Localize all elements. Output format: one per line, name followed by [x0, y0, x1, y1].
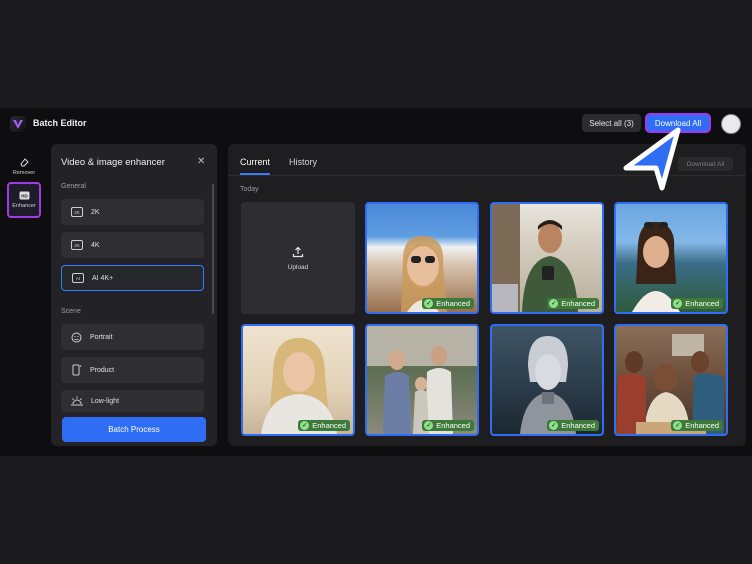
hd-icon: HD [19, 191, 29, 200]
panel-scrollbar[interactable] [212, 184, 214, 314]
check-icon: ✓ [424, 299, 434, 308]
option-2k[interactable]: 2K 2K [61, 199, 204, 225]
option-portrait[interactable]: Portrait [61, 324, 204, 350]
product-icon [72, 364, 82, 376]
option-label: 2K [91, 208, 100, 216]
enhanced-badge: ✓ Enhanced [671, 420, 723, 431]
download-all-secondary-button[interactable]: Download All [678, 157, 733, 171]
enhanced-badge: ✓ Enhanced [298, 420, 350, 431]
badge-label: Enhanced [436, 299, 470, 308]
enhancer-panel: Video & image enhancer ✕ General 2K 2K 4… [51, 144, 217, 446]
image-thumbnail[interactable]: ✓ Enhanced [490, 324, 604, 436]
sidebar-item-enhancer[interactable]: HD Enhancer [7, 182, 41, 218]
image-thumbnail[interactable]: ✓ Enhanced [365, 202, 479, 314]
panel-title: Video & image enhancer [61, 157, 165, 168]
badge-label: Enhanced [436, 421, 470, 430]
family-gathering-image [616, 334, 724, 434]
option-low-light[interactable]: Low-light [61, 390, 204, 412]
sidebar-item-label: Remover [12, 169, 36, 176]
4k-icon: 4K [71, 240, 83, 250]
option-label: Product [90, 366, 115, 374]
option-product[interactable]: Product [61, 357, 204, 383]
check-icon: ✓ [673, 421, 683, 430]
tab-history[interactable]: History [289, 157, 317, 167]
eraser-icon [20, 157, 29, 166]
2k-icon: 2K [71, 207, 83, 217]
sidebar-item-label: Enhancer [12, 203, 36, 209]
option-4k[interactable]: 4K 4K [61, 232, 204, 258]
badge-label: Enhanced [561, 421, 595, 430]
check-icon: ✓ [424, 421, 434, 430]
upload-tile[interactable]: Upload [241, 202, 355, 314]
tab-current[interactable]: Current [240, 157, 270, 167]
section-label-general: General [61, 183, 86, 190]
image-thumbnail[interactable]: ✓ Enhanced [614, 324, 728, 436]
enhanced-badge: ✓ Enhanced [547, 298, 599, 309]
check-icon: ✓ [300, 421, 310, 430]
app-logo-icon [10, 116, 26, 132]
enhanced-badge: ✓ Enhanced [422, 420, 474, 431]
image-thumbnail[interactable]: ✓ Enhanced [241, 324, 355, 436]
badge-label: Enhanced [312, 421, 346, 430]
close-icon[interactable]: ✕ [197, 156, 205, 167]
robot-humanoid-image [520, 336, 576, 434]
ai-4k-icon: AI [72, 273, 84, 283]
option-label: 4K [91, 241, 100, 249]
man-holding-cup-image [492, 204, 578, 312]
sidebar: Remover HD Enhancer [0, 140, 46, 456]
batch-process-button[interactable]: Batch Process [62, 417, 206, 442]
option-label: Portrait [90, 333, 113, 341]
badge-label: Enhanced [685, 421, 719, 430]
avatar[interactable] [721, 114, 741, 134]
option-label: Low-light [91, 397, 120, 405]
svg-text:HD: HD [21, 193, 28, 198]
vintage-family-photo-image [367, 326, 477, 434]
sidebar-item-remover[interactable]: Remover [7, 148, 41, 184]
check-icon: ✓ [673, 299, 683, 308]
section-label-today: Today [240, 186, 259, 193]
image-thumbnail[interactable]: ✓ Enhanced [365, 324, 479, 436]
upload-icon [292, 246, 304, 257]
image-thumbnail[interactable]: ✓ Enhanced [490, 202, 604, 314]
app-title: Batch Editor [33, 118, 87, 128]
sun-icon [71, 396, 83, 406]
face-icon [71, 332, 82, 342]
enhanced-badge: ✓ Enhanced [671, 298, 723, 309]
woman-selfie-cliffs-image [632, 221, 680, 312]
badge-label: Enhanced [685, 299, 719, 308]
option-ai-4k-plus[interactable]: AI AI 4K+ [61, 265, 204, 291]
section-label-scene: Scene [61, 308, 81, 315]
badge-label: Enhanced [561, 299, 595, 308]
image-thumbnail[interactable]: ✓ Enhanced [614, 202, 728, 314]
enhanced-badge: ✓ Enhanced [422, 298, 474, 309]
upload-label: Upload [287, 263, 309, 271]
option-label: AI 4K+ [92, 274, 114, 282]
enhanced-badge: ✓ Enhanced [547, 420, 599, 431]
check-icon: ✓ [549, 299, 559, 308]
pointer-arrow-icon [623, 127, 681, 191]
woman-sunglasses-image [401, 235, 447, 312]
check-icon: ✓ [549, 421, 559, 430]
blonde-woman-speaking-image [261, 338, 337, 434]
